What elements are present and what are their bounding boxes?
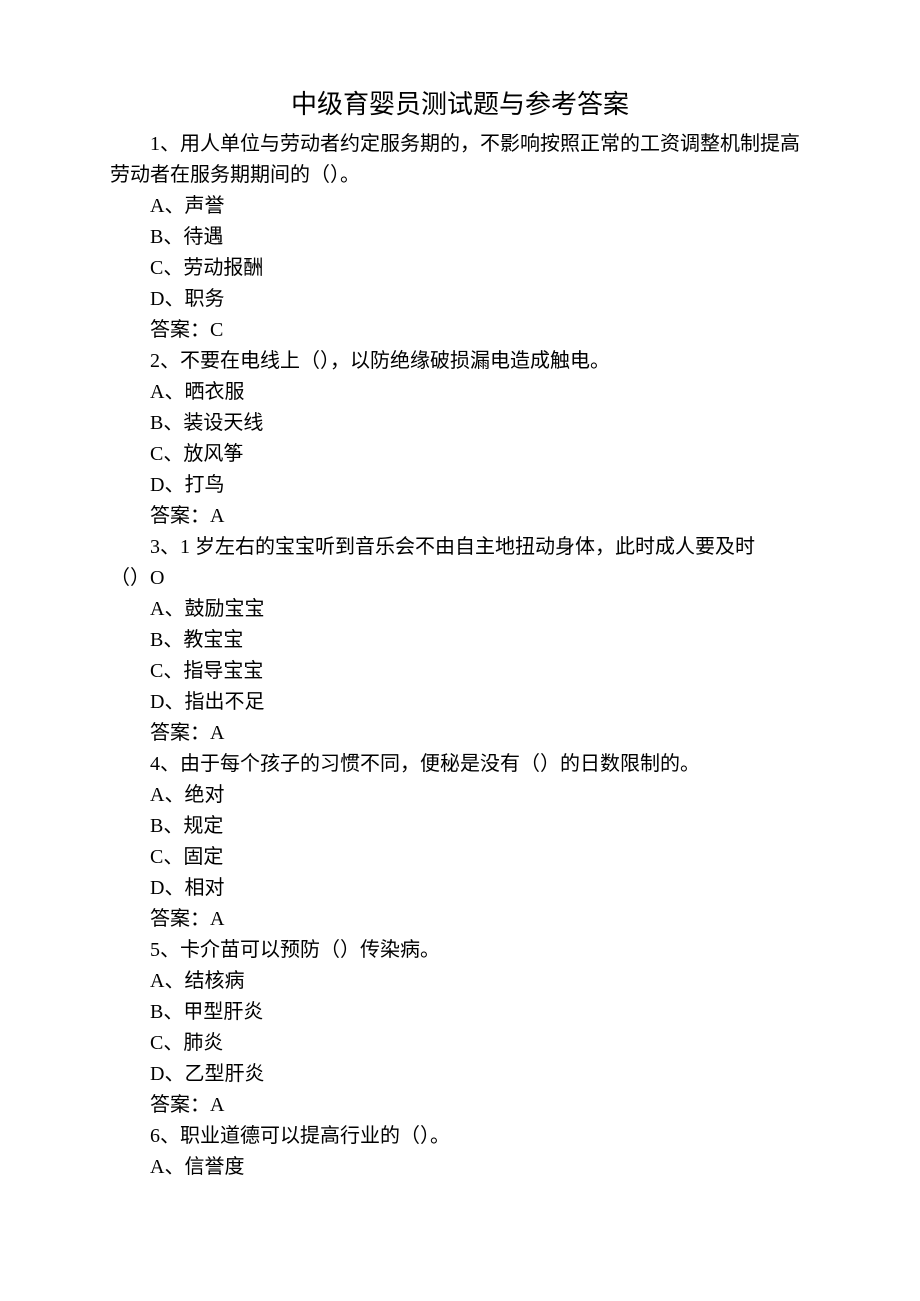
q3-option-a: A、鼓励宝宝 xyxy=(110,594,810,625)
q2-answer: 答案：A xyxy=(110,501,810,532)
q4-answer: 答案：A xyxy=(110,904,810,935)
q3-option-b: B、教宝宝 xyxy=(110,625,810,656)
q5-option-b: B、甲型肝炎 xyxy=(110,997,810,1028)
q1-stem: 1、用人单位与劳动者约定服务期的，不影响按照正常的工资调整机制提高劳动者在服务期… xyxy=(110,129,810,191)
q6-option-a: A、信誉度 xyxy=(110,1152,810,1183)
q1-option-a: A、声誉 xyxy=(110,191,810,222)
q4-stem: 4、由于每个孩子的习惯不同，便秘是没有（）的日数限制的。 xyxy=(110,749,810,780)
q4-option-c: C、固定 xyxy=(110,842,810,873)
q3-option-c: C、指导宝宝 xyxy=(110,656,810,687)
q5-option-c: C、肺炎 xyxy=(110,1028,810,1059)
q5-option-a: A、结核病 xyxy=(110,966,810,997)
q2-option-b: B、装设天线 xyxy=(110,408,810,439)
q2-option-d: D、打鸟 xyxy=(110,470,810,501)
q6-stem: 6、职业道德可以提高行业的（）。 xyxy=(110,1121,810,1152)
q2-option-c: C、放风筝 xyxy=(110,439,810,470)
q5-stem: 5、卡介苗可以预防（）传染病。 xyxy=(110,935,810,966)
q1-option-b: B、待遇 xyxy=(110,222,810,253)
q3-stem-line2: （）O xyxy=(110,563,810,594)
q5-answer: 答案：A xyxy=(110,1090,810,1121)
q1-option-c: C、劳动报酬 xyxy=(110,253,810,284)
q3-answer: 答案：A xyxy=(110,718,810,749)
page-title: 中级育婴员测试题与参考答案 xyxy=(110,85,810,125)
q5-option-d: D、乙型肝炎 xyxy=(110,1059,810,1090)
q3-stem-line1: 3、1 岁左右的宝宝听到音乐会不由自主地扭动身体，此时成人要及时 xyxy=(110,532,810,563)
q4-option-a: A、绝对 xyxy=(110,780,810,811)
q1-option-d: D、职务 xyxy=(110,284,810,315)
q1-answer: 答案：C xyxy=(110,315,810,346)
q4-option-b: B、规定 xyxy=(110,811,810,842)
q2-stem: 2、不要在电线上（），以防绝缘破损漏电造成触电。 xyxy=(110,346,810,377)
q2-option-a: A、晒衣服 xyxy=(110,377,810,408)
q4-option-d: D、相对 xyxy=(110,873,810,904)
q3-option-d: D、指出不足 xyxy=(110,687,810,718)
